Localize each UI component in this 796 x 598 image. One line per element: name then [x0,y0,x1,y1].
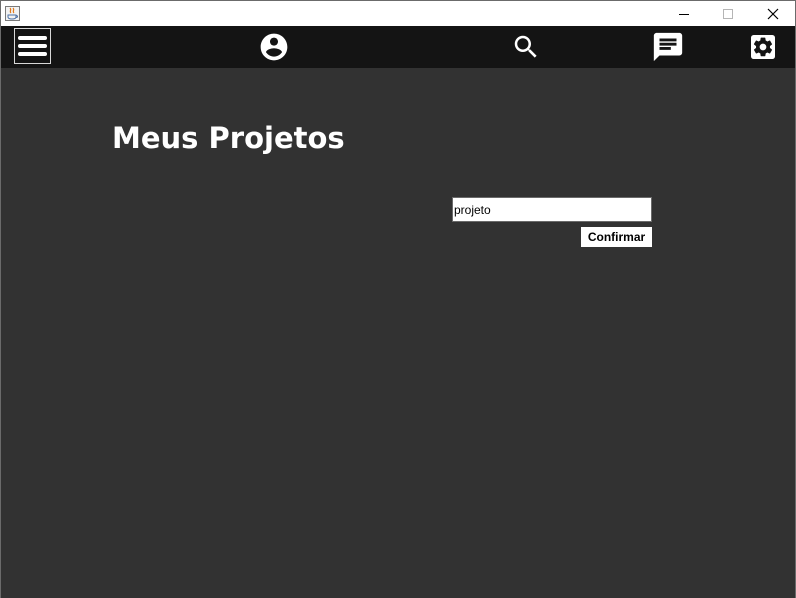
maximize-button[interactable] [705,1,750,26]
search-icon [514,35,537,58]
confirm-button[interactable]: Confirmar [581,227,652,247]
account-circle-icon [260,33,288,61]
search-button[interactable] [507,26,545,68]
project-name-input[interactable] [452,197,652,222]
page-title: Meus Projetos [112,121,345,155]
close-icon [767,8,778,19]
chat-icon [653,32,683,62]
settings-button[interactable] [744,26,782,68]
app-window: Meus Projetos Confirmar [0,0,796,598]
java-app-icon [5,6,20,21]
account-button[interactable] [255,26,293,68]
settings-icon [751,35,775,59]
chat-button[interactable] [649,26,687,68]
title-bar [1,1,795,26]
minimize-icon [678,13,689,15]
top-toolbar [1,26,795,68]
main-content: Meus Projetos Confirmar [1,68,795,598]
close-button[interactable] [750,1,795,26]
maximize-icon [722,8,733,19]
menu-button[interactable] [14,28,51,64]
menu-icon [18,36,47,56]
minimize-button[interactable] [661,1,706,26]
